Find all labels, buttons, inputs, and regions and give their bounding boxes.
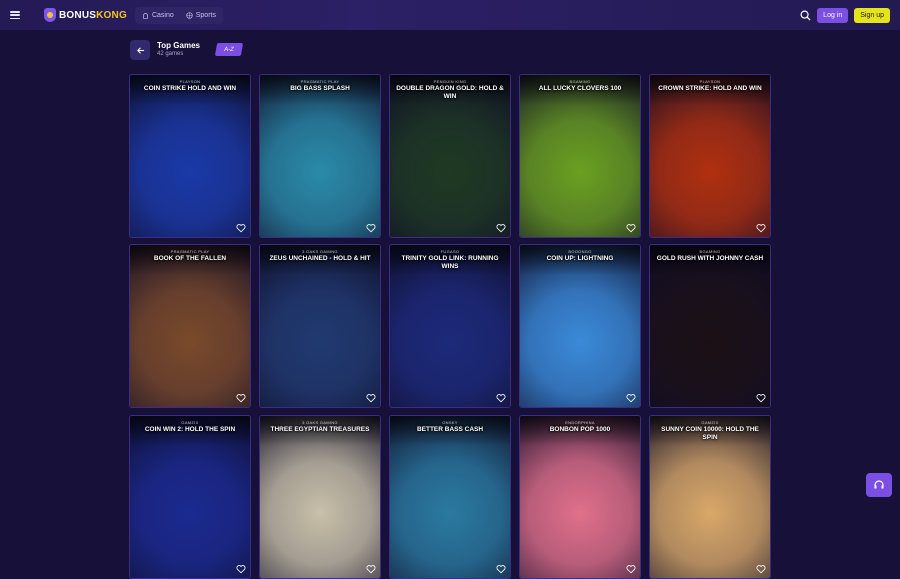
menu-icon[interactable] — [10, 11, 20, 19]
game-card[interactable]: PLAYSON COIN STRIKE HOLD AND WIN — [129, 74, 251, 238]
nav-sports-label: Sports — [195, 11, 216, 19]
game-card[interactable]: PENGUIN KING DOUBLE DRAGON GOLD: HOLD & W… — [389, 74, 511, 238]
casino-icon — [142, 12, 148, 19]
game-title: ALL LUCKY CLOVERS 100 — [538, 85, 622, 92]
game-card[interactable]: BGAMING ALL LUCKY CLOVERS 100 — [519, 74, 641, 238]
favorite-heart-icon[interactable] — [626, 564, 636, 574]
favorite-heart-icon[interactable] — [626, 223, 636, 233]
nav-casino[interactable]: Casino — [137, 9, 179, 22]
game-title: CROWN STRIKE: HOLD AND WIN — [658, 85, 762, 92]
support-button[interactable] — [866, 473, 892, 497]
sports-icon — [186, 11, 193, 19]
favorite-heart-icon[interactable] — [756, 564, 766, 574]
favorite-heart-icon[interactable] — [626, 393, 636, 403]
signup-button[interactable]: Sign up — [854, 7, 890, 23]
arrow-left-icon — [136, 46, 144, 54]
sort-az-button[interactable]: A-Z — [214, 43, 244, 56]
favorite-heart-icon[interactable] — [496, 223, 506, 233]
favorite-heart-icon[interactable] — [236, 223, 246, 233]
game-title: THREE EGYPTIAN TREASURES — [270, 426, 370, 433]
top-header: BONUSKONG Casino Sports Log in Sign up — [0, 0, 900, 30]
search-icon[interactable] — [800, 10, 811, 21]
game-provider: GAMZIX — [701, 420, 719, 425]
game-provider: ENDORPHINA — [565, 420, 595, 425]
game-card[interactable]: ENDORPHINA BONBON POP 1000 — [519, 415, 641, 579]
game-title: COIN STRIKE HOLD AND WIN — [143, 85, 237, 92]
game-card[interactable]: FUGASO TRINITY GOLD LINK: RUNNING WINS — [389, 244, 511, 408]
favorite-heart-icon[interactable] — [236, 564, 246, 574]
game-provider: PENGUIN KING — [433, 79, 467, 84]
game-title: COIN WIN 2: HOLD THE SPIN — [144, 426, 236, 433]
logo-emblem — [44, 8, 56, 22]
game-card[interactable]: PRAGMATIC PLAY BIG BASS SPLASH — [259, 74, 381, 238]
game-card[interactable]: GAMZIX SUNNY COIN 10000: HOLD THE SPIN — [649, 415, 771, 579]
game-card[interactable]: BOOONGO COIN UP: LIGHTNING — [519, 244, 641, 408]
favorite-heart-icon[interactable] — [366, 223, 376, 233]
game-title: BOOK OF THE FALLEN — [153, 255, 227, 262]
game-card[interactable]: GAMZIX COIN WIN 2: HOLD THE SPIN — [129, 415, 251, 579]
favorite-heart-icon[interactable] — [496, 393, 506, 403]
game-provider: 3 OAKS GAMING — [302, 420, 338, 425]
game-title: BETTER BASS CASH — [416, 426, 484, 433]
logo-text: BONUSKONG — [59, 9, 127, 21]
favorite-heart-icon[interactable] — [756, 393, 766, 403]
game-provider: BGAMING — [699, 249, 721, 254]
game-provider: PLAYSON — [179, 79, 201, 84]
game-title: COIN UP: LIGHTNING — [546, 255, 614, 262]
game-provider: PRAGMATIC PLAY — [170, 249, 210, 254]
game-provider: PRAGMATIC PLAY — [300, 79, 340, 84]
headset-icon — [874, 480, 884, 489]
game-title: BIG BASS SPLASH — [290, 85, 350, 92]
back-button[interactable] — [130, 40, 150, 60]
game-title: DOUBLE DRAGON GOLD: HOLD & WIN — [396, 85, 504, 100]
game-provider: PLAYSON — [699, 79, 721, 84]
favorite-heart-icon[interactable] — [496, 564, 506, 574]
game-card[interactable]: ONSKY BETTER BASS CASH — [389, 415, 511, 579]
game-card[interactable]: BGAMING GOLD RUSH WITH JOHNNY CASH — [649, 244, 771, 408]
game-provider: FUGASO — [440, 249, 460, 254]
header-actions: Log in Sign up — [800, 7, 890, 23]
game-title: GOLD RUSH WITH JOHNNY CASH — [656, 255, 764, 262]
page-title: Top Games — [157, 41, 200, 50]
game-provider: BOOONGO — [568, 249, 592, 254]
nav-sports[interactable]: Sports — [181, 9, 221, 22]
favorite-heart-icon[interactable] — [366, 393, 376, 403]
main-nav: Casino Sports — [134, 6, 223, 24]
nav-casino-label: Casino — [151, 11, 174, 19]
login-button[interactable]: Log in — [817, 7, 849, 23]
favorite-heart-icon[interactable] — [756, 223, 766, 233]
game-card[interactable]: PLAYSON CROWN STRIKE: HOLD AND WIN — [649, 74, 771, 238]
logo[interactable]: BONUSKONG — [44, 8, 127, 22]
game-card[interactable]: 3 OAKS GAMING ZEUS UNCHAINED - HOLD & HIT — [259, 244, 381, 408]
favorite-heart-icon[interactable] — [236, 393, 246, 403]
game-provider: ONSKY — [442, 420, 458, 425]
game-title: BONBON POP 1000 — [549, 426, 611, 433]
game-title: SUNNY COIN 10000: HOLD THE SPIN — [661, 426, 759, 441]
games-count: 42 games — [157, 51, 184, 57]
game-card[interactable]: 3 OAKS GAMING THREE EGYPTIAN TREASURES — [259, 415, 381, 579]
game-provider: GAMZIX — [181, 420, 199, 425]
game-title: ZEUS UNCHAINED - HOLD & HIT — [269, 255, 371, 262]
game-card[interactable]: PRAGMATIC PLAY BOOK OF THE FALLEN — [129, 244, 251, 408]
favorite-heart-icon[interactable] — [366, 564, 376, 574]
game-provider: BGAMING — [569, 79, 591, 84]
game-provider: 3 OAKS GAMING — [302, 249, 338, 254]
game-title: TRINITY GOLD LINK: RUNNING WINS — [401, 255, 499, 270]
